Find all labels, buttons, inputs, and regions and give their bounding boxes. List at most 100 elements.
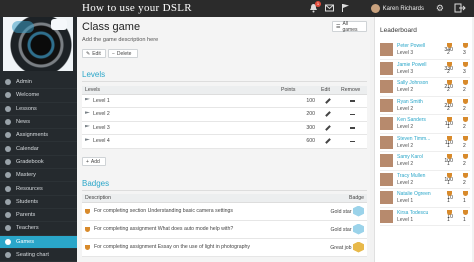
sidebar-item-label: Calendar [16,145,39,152]
level-name: Level 1 [93,97,110,104]
student-points: 210 [444,84,453,90]
sidebar-item-seating-chart[interactable]: Seating chart [0,249,77,262]
student-name-link[interactable]: Sally Johnson [397,80,428,86]
sidebar-item-calendar[interactable]: Calendar [0,142,77,156]
student-name-link[interactable]: Ken Sanders [397,117,426,123]
badge-icon [463,154,468,159]
flag-icon [85,138,90,141]
trophy-count: 2 [447,50,450,56]
all-games-button[interactable]: ☰ All games [332,21,367,33]
badge-icon [463,135,468,141]
badge-count: 1 [463,198,466,204]
games-icon [5,238,11,245]
home-icon [5,92,11,99]
badge-count: 2 [463,161,466,167]
trophy-icon [85,209,90,214]
table-row: Level 4 600 [82,134,367,149]
user-menu[interactable]: Karen Richards [370,4,424,13]
sidebar-item-label: Students [16,198,39,205]
sidebar-item-gradebook[interactable]: Gradebook [0,156,77,170]
user-name: Karen Richards [382,5,424,12]
sidebar-item-students[interactable]: Students [0,196,77,209]
leaderboard-entry: Ryan Smith Level 2 210 2 2 [380,97,470,115]
trophy-count: 1 [447,124,450,130]
gear-icon[interactable]: ⚙ [436,3,444,13]
avatar [380,135,393,149]
trophy-icon [447,135,452,141]
trophy-count: 1 [447,142,450,149]
avatar [380,98,393,112]
sidebar-item-label: Gradebook [16,158,44,165]
top-bar-icons: 1 [309,1,350,13]
trophy-count: 1 [447,216,450,223]
avatar [370,4,380,13]
divider [82,81,367,82]
edit-icon[interactable] [325,111,331,118]
top-bar: How to use your DSLR 1 Karen Richards ⚙ [0,0,474,17]
sidebar-item-teachers[interactable]: Teachers [0,222,77,236]
student-level: Level 1 [397,198,414,204]
remove-icon[interactable] [350,127,355,129]
sidebar-item-mastery[interactable]: Mastery [0,169,77,183]
edit-button[interactable]: ✎ Edit [82,49,106,58]
student-name-link[interactable]: Steven Timm... [397,136,430,142]
badge-count: 1 [463,216,466,223]
edit-icon[interactable] [325,138,331,145]
notification-count: 1 [315,1,321,7]
sidebar-item-lessons[interactable]: Lessons [0,103,77,116]
levels-heading: Levels [82,70,106,79]
news-icon [5,119,11,126]
sidebar-item-assignments[interactable]: Assignments [0,129,77,143]
add-level-button[interactable]: + Add [82,157,106,166]
sidebar-item-resources[interactable]: Resources [0,182,77,196]
pencil-icon: ✎ [86,50,91,57]
trophy-icon [447,80,452,85]
avatar [380,61,393,75]
sidebar-item-games[interactable]: Games [0,235,77,249]
remove-icon[interactable] [350,113,355,116]
level-name: Level 3 [93,124,110,131]
level-name: Level 2 [93,111,110,118]
student-level: Level 2 [397,179,414,186]
column-header: Points [278,86,318,95]
student-name-link[interactable]: Samy Karol [397,154,423,160]
badge-name: Gold star [330,208,352,215]
avatar [380,43,393,56]
sidebar-item-admin[interactable]: Admin [0,76,77,90]
student-name-link[interactable]: Kirsa Todescu [397,210,428,216]
flag-icon[interactable] [341,3,350,13]
student-name-link[interactable]: Natalie Ogreen [397,191,431,197]
mail-icon[interactable] [325,3,334,13]
student-points: 100 [444,158,453,164]
delete-button[interactable]: − Delete [108,49,138,58]
edit-label: Edit [92,50,101,57]
remove-icon[interactable] [350,100,355,102]
badge-icon [463,191,468,196]
bell-icon[interactable]: 1 [309,1,321,13]
leaderboard-entry: Sally Johnson Level 2 210 2 2 [380,78,470,97]
badge-count: 3 [463,50,466,56]
badge-count: 2 [463,142,466,149]
badge-name: Great job [330,244,352,251]
trophy-count: 2 [447,105,450,112]
student-name-link[interactable]: Tracy Mullen [397,173,425,179]
badge-count: 2 [463,87,466,93]
sidebar-item-news[interactable]: News [0,116,77,130]
student-name-link[interactable]: Ryan Smith [397,99,423,105]
trophy-icon [447,98,452,104]
edit-icon[interactable] [325,124,331,131]
remove-icon[interactable] [350,140,355,143]
sidebar-item-welcome[interactable]: Welcome [0,89,77,103]
level-points: 100 [278,94,318,108]
sidebar-item-label: Admin [16,79,32,86]
logout-icon[interactable] [454,3,466,13]
edit-icon[interactable] [325,97,331,104]
student-level: Level 1 [397,216,414,223]
student-name-link[interactable]: Jamie Powell [397,62,426,68]
leaderboard-entry: Kirsa Todescu Level 1 10 1 1 [380,208,470,226]
flag-icon [85,111,90,114]
badge-icon [463,43,468,48]
student-name-link[interactable]: Peter Powell [397,43,425,49]
leaderboard-entry: Jamie Powell Level 3 330 2 3 [380,60,470,78]
sidebar-item-parents[interactable]: Parents [0,209,77,223]
